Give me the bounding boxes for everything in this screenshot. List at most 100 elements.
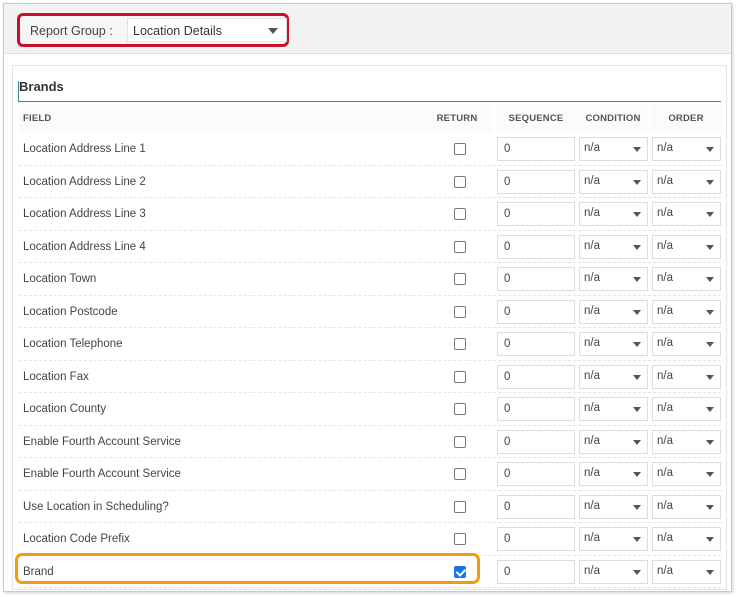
report-group-dropdown[interactable]: Location Details <box>127 18 287 42</box>
order-dropdown[interactable]: n/a <box>652 494 721 519</box>
sequence-input[interactable]: 0 <box>497 462 575 486</box>
return-checkbox[interactable] <box>454 370 466 383</box>
return-checkbox[interactable] <box>454 533 466 545</box>
condition-dropdown[interactable]: n/a <box>579 527 648 551</box>
condition-dropdown[interactable]: n/a <box>579 429 648 454</box>
condition-dropdown[interactable]: n/a <box>579 397 648 421</box>
order-value: n/a <box>657 304 673 317</box>
sequence-input[interactable]: 0 <box>497 429 575 454</box>
sequence-input[interactable]: 0 <box>497 267 575 291</box>
order-dropdown[interactable]: n/a <box>652 202 721 226</box>
row-highlight-outline <box>15 552 480 584</box>
order-value: n/a <box>657 207 673 219</box>
order-dropdown[interactable]: n/a <box>652 267 721 291</box>
chevron-down-icon <box>706 277 714 282</box>
return-checkbox[interactable] <box>454 175 466 188</box>
report-config-window: Report Group : Location Details Brands F… <box>3 3 732 592</box>
section-title: Brands <box>19 79 64 94</box>
return-checkbox[interactable] <box>454 338 466 350</box>
field-name: Location Telephone <box>23 338 123 350</box>
chevron-down-icon <box>706 374 714 380</box>
field-name: Location County <box>23 403 107 415</box>
table-row: Location Address Line 1 0 n/a n/a <box>19 133 721 166</box>
chevron-down-icon <box>268 28 278 34</box>
order-dropdown[interactable]: n/a <box>652 169 721 194</box>
condition-value: n/a <box>584 467 600 479</box>
sequence-input[interactable]: 0 <box>497 332 575 356</box>
sequence-input[interactable]: 0 <box>497 169 575 194</box>
return-checkbox[interactable] <box>454 305 466 318</box>
chevron-down-icon <box>706 439 714 445</box>
condition-dropdown[interactable]: n/a <box>579 137 648 161</box>
order-dropdown[interactable]: n/a <box>652 299 721 324</box>
table-header: FIELD RETURN SEQUENCE CONDITION ORDER <box>19 105 721 133</box>
condition-value: n/a <box>584 402 600 414</box>
brands-panel: Brands FIELD RETURN SEQUENCE CONDITION O… <box>12 65 727 590</box>
return-checkbox[interactable] <box>454 208 466 220</box>
condition-dropdown[interactable]: n/a <box>579 234 648 259</box>
condition-value: n/a <box>584 369 600 382</box>
chevron-down-icon <box>706 147 714 152</box>
condition-value: n/a <box>584 434 600 447</box>
order-dropdown[interactable]: n/a <box>652 332 721 356</box>
condition-dropdown[interactable]: n/a <box>579 202 648 226</box>
order-dropdown[interactable]: n/a <box>652 429 721 454</box>
condition-dropdown[interactable]: n/a <box>579 332 648 356</box>
return-checkbox[interactable] <box>454 273 466 285</box>
chevron-down-icon <box>706 212 714 217</box>
return-checkbox[interactable] <box>454 435 466 448</box>
return-checkbox[interactable] <box>454 500 466 513</box>
sequence-input[interactable]: 0 <box>497 494 575 519</box>
field-name: Enable Fourth Account Service <box>23 468 181 480</box>
table-row: Location Address Line 4 0 n/a n/a <box>19 231 721 263</box>
sequence-input[interactable]: 0 <box>497 527 575 551</box>
order-dropdown[interactable]: n/a <box>652 137 721 161</box>
order-dropdown[interactable]: n/a <box>652 527 721 551</box>
sequence-input[interactable]: 0 <box>497 202 575 226</box>
order-value: n/a <box>657 174 673 187</box>
order-dropdown[interactable]: n/a <box>652 397 721 421</box>
condition-dropdown[interactable]: n/a <box>579 364 648 389</box>
return-checkbox[interactable] <box>454 403 466 415</box>
field-name: Location Postcode <box>23 305 118 318</box>
table-row: Location Address Line 3 0 n/a n/a <box>19 198 721 231</box>
sequence-input[interactable]: 0 <box>497 299 575 324</box>
return-checkbox[interactable] <box>454 143 466 155</box>
table-row: Enable Fourth Account Service 0 n/a n/a <box>19 458 721 491</box>
condition-value: n/a <box>584 207 600 219</box>
order-value: n/a <box>657 434 673 447</box>
return-checkbox[interactable] <box>454 468 466 480</box>
order-dropdown[interactable]: n/a <box>652 559 721 584</box>
table-row: Location County 0 n/a n/a <box>19 393 721 426</box>
sequence-input[interactable]: 0 <box>497 137 575 161</box>
field-name: Location Code Prefix <box>23 533 130 545</box>
table-row: Location Postcode 0 n/a n/a <box>19 296 721 328</box>
condition-dropdown[interactable]: n/a <box>579 559 648 584</box>
table-row: Location Town 0 n/a n/a <box>19 263 721 296</box>
condition-dropdown[interactable]: n/a <box>579 494 648 519</box>
order-value: n/a <box>657 239 673 252</box>
order-dropdown[interactable]: n/a <box>652 234 721 259</box>
return-checkbox[interactable] <box>454 240 466 253</box>
chevron-down-icon <box>633 212 641 217</box>
sequence-input[interactable]: 0 <box>497 234 575 259</box>
sequence-input[interactable]: 0 <box>497 559 575 584</box>
field-name: Brand <box>23 565 54 578</box>
condition-value: n/a <box>584 304 600 317</box>
order-value: n/a <box>657 532 673 544</box>
condition-dropdown[interactable]: n/a <box>579 267 648 291</box>
order-value: n/a <box>657 467 673 479</box>
order-dropdown[interactable]: n/a <box>652 364 721 389</box>
chevron-down-icon <box>633 569 641 575</box>
condition-dropdown[interactable]: n/a <box>579 299 648 324</box>
chevron-down-icon <box>633 472 641 477</box>
sequence-input[interactable]: 0 <box>497 397 575 421</box>
order-dropdown[interactable]: n/a <box>652 462 721 486</box>
order-value: n/a <box>657 142 673 154</box>
condition-dropdown[interactable]: n/a <box>579 462 648 486</box>
sequence-input[interactable]: 0 <box>497 364 575 389</box>
return-checkbox[interactable] <box>454 565 466 578</box>
report-group-selector: Report Group : Location Details <box>17 13 289 47</box>
condition-value: n/a <box>584 337 600 349</box>
condition-dropdown[interactable]: n/a <box>579 169 648 194</box>
